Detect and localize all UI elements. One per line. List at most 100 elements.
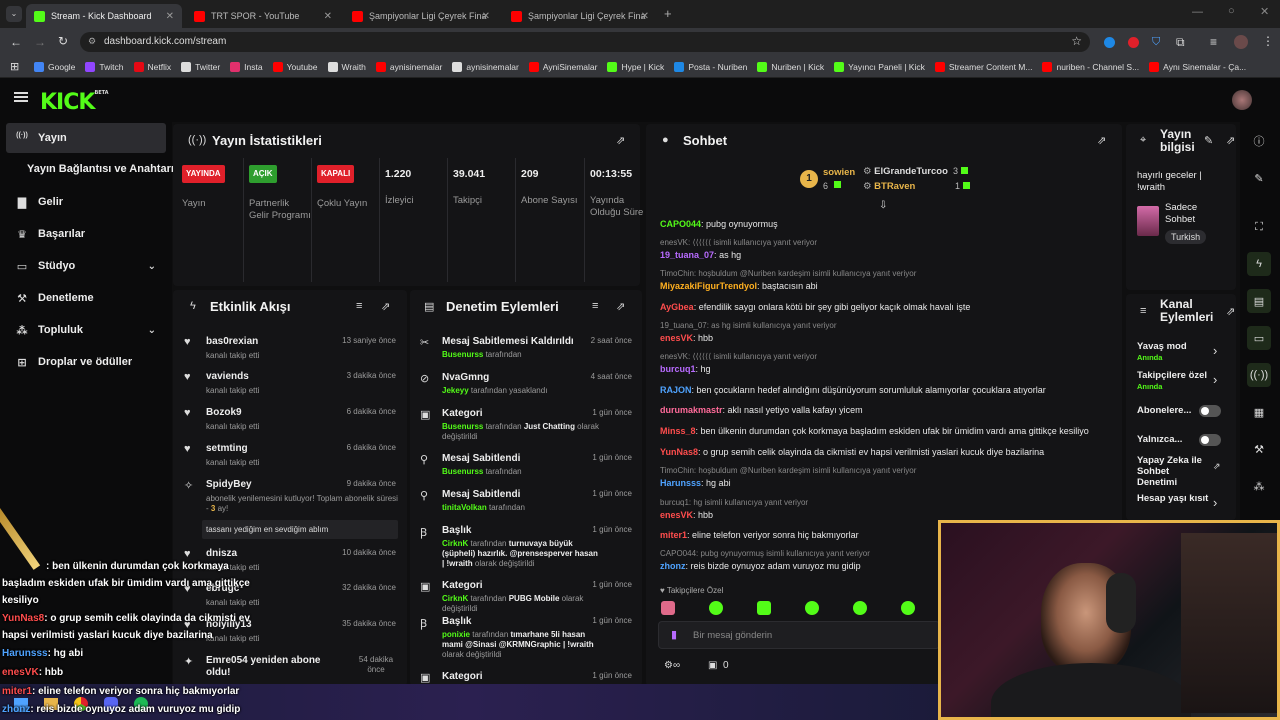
kick-logo[interactable]: KICKBETA bbox=[40, 90, 109, 115]
profile-avatar[interactable] bbox=[1234, 35, 1248, 49]
bookmark-item[interactable]: Yayıncı Paneli | Kick bbox=[834, 61, 925, 72]
channel-action-item[interactable]: Yavaş mod Anında › bbox=[1137, 341, 1227, 362]
sidebar-item[interactable]: ⁂ Topluluk ⌄ bbox=[6, 315, 166, 345]
popout-icon[interactable]: ⇗ bbox=[1226, 134, 1235, 147]
toggle-switch[interactable] bbox=[1199, 434, 1221, 446]
bookmark-item[interactable]: Hype | Kick bbox=[607, 61, 664, 72]
browser-tab[interactable]: Stream - Kick Dashboard ✕ bbox=[26, 4, 182, 28]
moderator-name[interactable]: CirknK bbox=[442, 539, 468, 548]
moderator-name[interactable]: Busenurss bbox=[442, 467, 483, 476]
moderator-name[interactable]: Busenurss bbox=[442, 422, 483, 431]
hamburger-menu-icon[interactable] bbox=[14, 92, 28, 102]
extension-icon[interactable] bbox=[1128, 37, 1139, 48]
popout-icon[interactable]: ⇗ bbox=[381, 300, 390, 313]
channel-action-item[interactable]: Yapay Zeka ile Sohbet Denetimi ⇗ bbox=[1137, 455, 1227, 488]
chevron-right-icon[interactable]: › bbox=[1213, 372, 1217, 387]
bookmark-item[interactable]: Aynı Sinemalar - Ça... bbox=[1149, 61, 1246, 72]
chat-bubble-icon[interactable]: ▭ bbox=[1247, 326, 1271, 350]
activity-name[interactable]: Emre054 yeniden abone oldu! bbox=[206, 655, 346, 679]
browser-tab[interactable]: TRT SPOR - YouTube ✕ bbox=[186, 4, 340, 28]
popout-icon[interactable]: ⇗ bbox=[616, 134, 625, 147]
maximize-window-button[interactable]: ○ bbox=[1228, 5, 1235, 17]
extension-icon[interactable] bbox=[1104, 37, 1115, 48]
forward-icon[interactable]: → bbox=[34, 35, 46, 49]
chevron-right-icon[interactable]: › bbox=[1213, 495, 1217, 510]
lightning-icon[interactable]: ϟ bbox=[1247, 252, 1271, 276]
chevron-right-icon[interactable]: › bbox=[1213, 343, 1217, 358]
chat-username[interactable]: zhonz bbox=[660, 561, 686, 571]
sidebar-item[interactable]: ⚒ Denetleme bbox=[6, 283, 166, 313]
bookmark-item[interactable]: Streamer Content M... bbox=[934, 61, 1032, 72]
toggle-switch[interactable] bbox=[1199, 405, 1221, 417]
activity-name[interactable]: bas0rexian bbox=[206, 336, 346, 348]
activity-name[interactable]: vaviends bbox=[206, 371, 346, 383]
chat-username[interactable]: MiyazakiFigurTrendyol bbox=[660, 281, 757, 291]
apps-grid-icon[interactable]: ⊞ bbox=[10, 60, 19, 73]
chevron-down-icon[interactable]: ⌄ bbox=[148, 325, 156, 336]
shield-icon[interactable]: ⛉ bbox=[1152, 36, 1160, 49]
document-icon[interactable]: ▤ bbox=[1247, 289, 1271, 313]
bookmark-item[interactable]: Twitter bbox=[181, 61, 220, 72]
wrench-icon[interactable]: ⚒ bbox=[1247, 437, 1271, 461]
activity-name[interactable]: Bozok9 bbox=[206, 407, 346, 419]
emote-button[interactable] bbox=[901, 601, 915, 615]
chat-username[interactable]: burcuq1 bbox=[660, 364, 696, 374]
filter-icon[interactable]: ≡ bbox=[356, 300, 362, 312]
chat-message-input[interactable]: ▮ Bir mesaj gönderin bbox=[658, 621, 940, 649]
popout-icon[interactable]: ⇗ bbox=[1097, 134, 1106, 147]
channel-action-item[interactable]: Yalnızca... bbox=[1137, 434, 1227, 446]
emote-button[interactable] bbox=[661, 601, 675, 615]
chat-username[interactable]: enesVK bbox=[660, 333, 693, 343]
bookmark-item[interactable]: Posta - Nuriben bbox=[674, 61, 747, 72]
activity-name[interactable]: dnisza bbox=[206, 548, 346, 560]
gift-count[interactable]: ▣ 0 bbox=[708, 660, 729, 671]
emote-button[interactable] bbox=[757, 601, 771, 615]
popout-icon[interactable]: ⇗ bbox=[1226, 305, 1235, 318]
bookmark-item[interactable]: Youtube bbox=[272, 61, 318, 72]
chat-username[interactable]: AyGbea bbox=[660, 302, 694, 312]
sidebar-item[interactable]: ((·)) Yayın bbox=[6, 123, 166, 153]
new-tab-button[interactable]: + bbox=[664, 6, 672, 21]
info-icon[interactable]: ⓘ bbox=[1247, 129, 1271, 153]
bookmark-item[interactable]: Twitch bbox=[85, 61, 124, 72]
moderator-name[interactable]: Busenurss bbox=[442, 350, 483, 359]
sidebar-item[interactable]: ♛ Başarılar bbox=[6, 219, 166, 249]
sidebar-item[interactable]: ▭ Stüdyo ⌄ bbox=[6, 251, 166, 281]
external-link-icon[interactable]: ⇗ bbox=[1213, 461, 1221, 472]
activity-name[interactable]: SpidyBey bbox=[206, 479, 346, 491]
pinned-expand-icon[interactable]: ⇩ bbox=[879, 200, 887, 211]
broadcast-icon[interactable]: ((·)) bbox=[1247, 363, 1271, 387]
moderator-name[interactable]: tinitaVolkan bbox=[442, 503, 487, 512]
chat-username[interactable]: miter1 bbox=[660, 530, 687, 540]
chat-username[interactable]: Harunsss bbox=[660, 478, 701, 488]
close-tab-icon[interactable]: ✕ bbox=[641, 11, 649, 22]
chat-username[interactable]: 19_tuana_07 bbox=[660, 250, 714, 260]
channel-action-item[interactable]: Hesap yaşı kısıt › bbox=[1137, 493, 1227, 510]
edit-icon[interactable]: ✎ bbox=[1204, 134, 1213, 147]
layout-icon[interactable]: ▦ bbox=[1247, 400, 1271, 424]
close-tab-icon[interactable]: ✕ bbox=[324, 11, 332, 22]
close-tab-icon[interactable]: ✕ bbox=[166, 11, 174, 22]
close-tab-icon[interactable]: ✕ bbox=[482, 11, 490, 22]
activity-name[interactable]: setmting bbox=[206, 443, 346, 455]
tab-search-button[interactable]: ⌄ bbox=[6, 6, 22, 22]
channel-action-item[interactable]: Takipçilere özel Anında › bbox=[1137, 370, 1227, 391]
pencil-icon[interactable]: ✎ bbox=[1247, 166, 1271, 190]
extensions-puzzle-icon[interactable]: ⧉ bbox=[1176, 35, 1185, 50]
bookmark-item[interactable]: AyniSinemalar bbox=[528, 61, 597, 72]
browser-menu-icon[interactable]: ⋮ bbox=[1262, 34, 1274, 48]
emote-button[interactable] bbox=[805, 601, 819, 615]
popout-icon[interactable]: ⇗ bbox=[616, 300, 625, 313]
bookmark-item[interactable]: nuriben - Channel S... bbox=[1042, 61, 1139, 72]
leaderboard-name[interactable]: sowien bbox=[823, 167, 855, 178]
reading-list-icon[interactable]: ≡ bbox=[1210, 35, 1217, 49]
sidebar-item[interactable]: ▇ Gelir bbox=[6, 187, 166, 217]
browser-tab[interactable]: Şampiyonlar Ligi Çeyrek Final | ✕ bbox=[344, 4, 498, 28]
category-name[interactable]: Sadece Sohbet bbox=[1165, 202, 1225, 226]
chat-username[interactable]: durumakmastr bbox=[660, 405, 723, 415]
bookmark-item[interactable]: aynisinemalar bbox=[375, 61, 442, 72]
reload-icon[interactable]: ↻ bbox=[58, 34, 68, 48]
chat-username[interactable]: RAJON bbox=[660, 385, 692, 395]
close-window-button[interactable]: ✕ bbox=[1260, 5, 1269, 18]
site-info-icon[interactable]: ⚙ bbox=[88, 36, 96, 47]
